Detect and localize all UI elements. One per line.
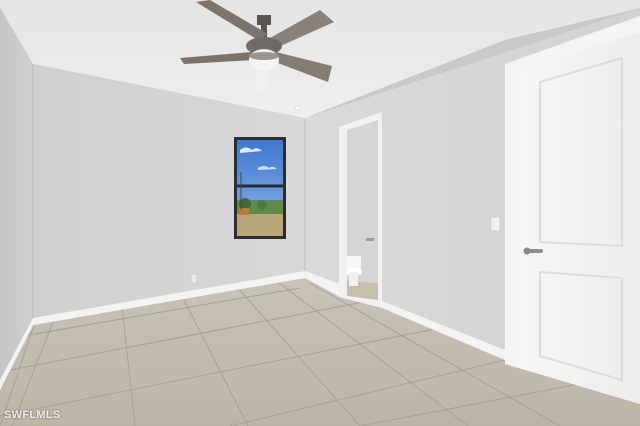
room-photo: SWFLMLS: [0, 0, 640, 426]
bathroom-doorway: [339, 112, 382, 308]
window: [234, 137, 286, 239]
closet-door: [520, 32, 640, 404]
room-illustration: [0, 0, 640, 426]
wall-outlet: [190, 273, 198, 284]
light-switch: [490, 216, 501, 232]
watermark-text: SWFLMLS: [4, 409, 61, 421]
ceiling-light-dot: [295, 105, 301, 111]
